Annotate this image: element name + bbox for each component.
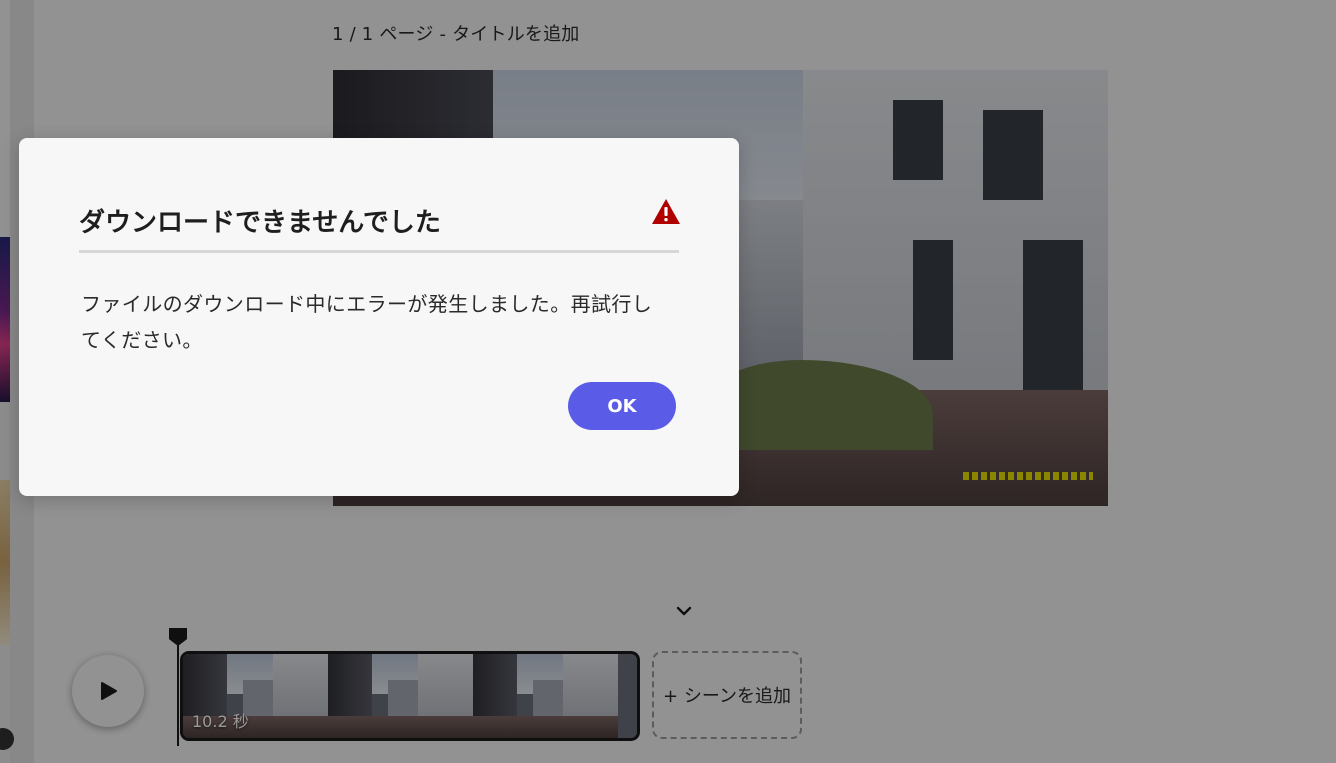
dialog-message: ファイルのダウンロード中にエラーが発生しました。再試行してください。	[81, 292, 653, 352]
dialog-divider	[79, 250, 679, 253]
dialog-title: ダウンロードできませんでした	[79, 208, 441, 238]
warning-icon	[652, 199, 680, 224]
download-error-dialog: ダウンロードできませんでした ファイルのダウンロード中にエラーが発生しました。再…	[19, 138, 739, 496]
ok-button[interactable]: OK	[568, 382, 676, 430]
